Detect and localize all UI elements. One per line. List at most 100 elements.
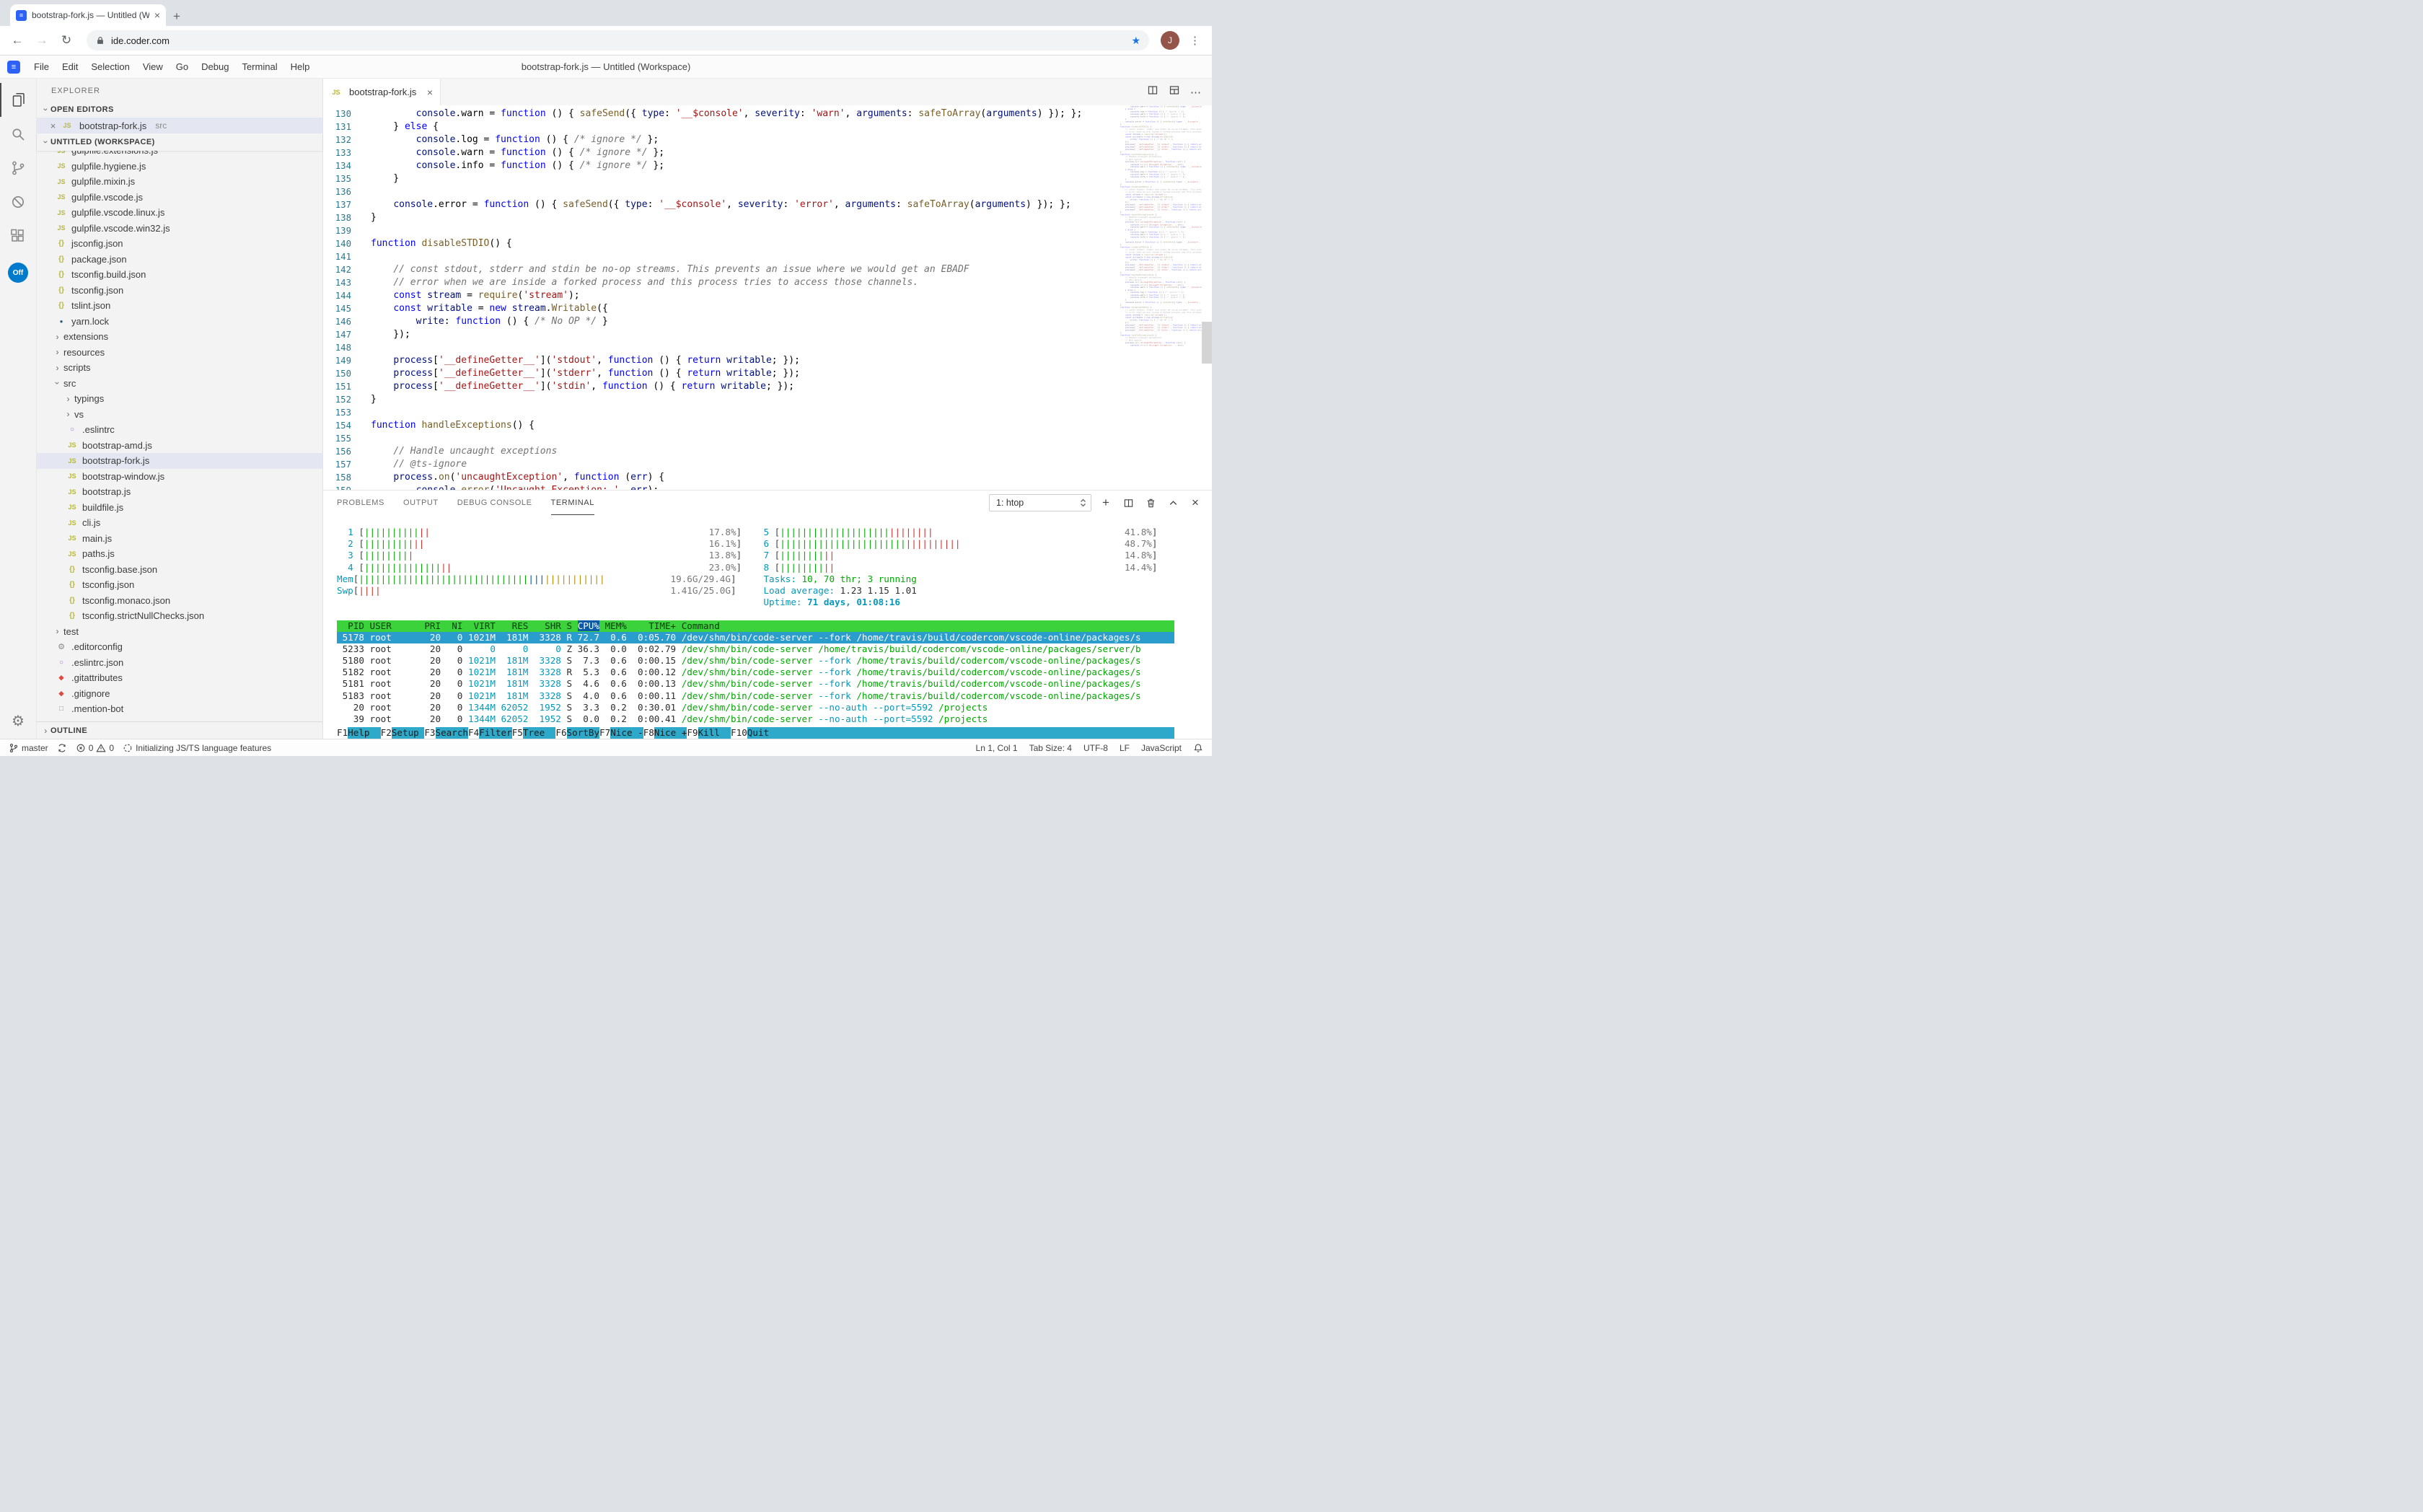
code-line[interactable]: 157 // @ts-ignore bbox=[323, 458, 1118, 471]
tree-item-typings[interactable]: ›typings bbox=[37, 391, 322, 407]
panel-tab-terminal[interactable]: TERMINAL bbox=[551, 491, 594, 515]
tree-item-.mention-bot[interactable]: □.mention-bot bbox=[37, 701, 322, 717]
extensions-icon[interactable] bbox=[0, 219, 37, 252]
code-line[interactable]: 136 bbox=[323, 185, 1118, 198]
browser-menu-icon[interactable]: ⋮ bbox=[1187, 34, 1203, 47]
tab-close-icon[interactable]: × bbox=[154, 9, 160, 21]
source-control-icon[interactable] bbox=[0, 151, 37, 185]
menu-help[interactable]: Help bbox=[284, 61, 317, 72]
status-eol[interactable]: LF bbox=[1120, 743, 1130, 753]
code-line[interactable]: 130 console.warn = function () { safeSen… bbox=[323, 107, 1118, 120]
code-line[interactable]: 141 bbox=[323, 250, 1118, 263]
status-cursor-position[interactable]: Ln 1, Col 1 bbox=[976, 743, 1018, 753]
split-editor-icon[interactable] bbox=[1147, 84, 1158, 100]
code-line[interactable]: 148 bbox=[323, 341, 1118, 354]
tree-item-bootstrap-window.js[interactable]: JSbootstrap-window.js bbox=[37, 469, 322, 485]
code-line[interactable]: 145 const writable = new stream.Writable… bbox=[323, 302, 1118, 315]
debug-icon[interactable] bbox=[0, 185, 37, 219]
outline-header[interactable]: › OUTLINE bbox=[37, 721, 322, 739]
back-button[interactable]: ← bbox=[9, 33, 26, 48]
tree-item-tsconfig.base.json[interactable]: {}tsconfig.base.json bbox=[37, 562, 322, 578]
reload-button[interactable]: ↻ bbox=[58, 33, 75, 48]
code-line[interactable]: 139 bbox=[323, 224, 1118, 237]
bell-icon[interactable] bbox=[1193, 743, 1203, 753]
tree-item-gulpfile.mixin.js[interactable]: JSgulpfile.mixin.js bbox=[37, 174, 322, 190]
terminal-picker[interactable]: 1: htop bbox=[989, 494, 1091, 511]
code-line[interactable]: 150 process['__defineGetter__']('stderr'… bbox=[323, 367, 1118, 380]
menu-debug[interactable]: Debug bbox=[195, 61, 235, 72]
status-tab-size[interactable]: Tab Size: 4 bbox=[1029, 743, 1072, 753]
code-line[interactable]: 135 } bbox=[323, 172, 1118, 185]
open-editors-header[interactable]: › OPEN EDITORS bbox=[37, 102, 322, 118]
tree-item-tsconfig.strictNullChecks.json[interactable]: {}tsconfig.strictNullChecks.json bbox=[37, 608, 322, 624]
maximize-panel-icon[interactable] bbox=[1165, 495, 1181, 511]
editor-tab[interactable]: JS bootstrap-fork.js × bbox=[323, 79, 441, 105]
split-terminal-icon[interactable] bbox=[1120, 495, 1136, 511]
code-line[interactable]: 137 console.error = function () { safeSe… bbox=[323, 198, 1118, 211]
close-editor-icon[interactable]: × bbox=[427, 87, 433, 98]
tree-item-resources[interactable]: ›resources bbox=[37, 345, 322, 361]
tree-item-main.js[interactable]: JSmain.js bbox=[37, 531, 322, 547]
browser-tab[interactable]: ≡ bootstrap-fork.js — Untitled (W × bbox=[10, 4, 166, 26]
code-line[interactable]: 152} bbox=[323, 393, 1118, 406]
panel-tab-problems[interactable]: PROBLEMS bbox=[337, 491, 384, 515]
tree-item-.eslintrc.json[interactable]: ○.eslintrc.json bbox=[37, 655, 322, 671]
tree-item-.eslintrc[interactable]: ○.eslintrc bbox=[37, 422, 322, 438]
code-line[interactable]: 131 } else { bbox=[323, 120, 1118, 133]
tree-item-gulpfile.vscode.win32.js[interactable]: JSgulpfile.vscode.win32.js bbox=[37, 221, 322, 237]
workspace-header[interactable]: › UNTITLED (WORKSPACE) bbox=[37, 133, 322, 151]
tree-item-vs[interactable]: ›vs bbox=[37, 407, 322, 423]
tree-item-gulpfile.extensions.js[interactable]: JSgulpfile.extensions.js bbox=[37, 151, 322, 159]
tree-item-extensions[interactable]: ›extensions bbox=[37, 329, 322, 345]
panel-tab-output[interactable]: OUTPUT bbox=[403, 491, 439, 515]
new-tab-button[interactable]: + bbox=[173, 10, 180, 22]
code-line[interactable]: 133 console.warn = function () { /* igno… bbox=[323, 146, 1118, 159]
tree-item-gulpfile.hygiene.js[interactable]: JSgulpfile.hygiene.js bbox=[37, 159, 322, 175]
close-panel-icon[interactable]: × bbox=[1187, 495, 1203, 511]
tree-item-tsconfig.build.json[interactable]: {}tsconfig.build.json bbox=[37, 267, 322, 283]
coder-logo[interactable]: ≡ bbox=[7, 61, 20, 74]
menu-terminal[interactable]: Terminal bbox=[235, 61, 283, 72]
panel-tab-debug-console[interactable]: DEBUG CONSOLE bbox=[457, 491, 532, 515]
code-line[interactable]: 151 process['__defineGetter__']('stdin',… bbox=[323, 380, 1118, 393]
code-line[interactable]: 134 console.info = function () { /* igno… bbox=[323, 159, 1118, 172]
explorer-icon[interactable] bbox=[0, 83, 37, 117]
tree-item-.gitignore[interactable]: ◆.gitignore bbox=[37, 686, 322, 702]
tree-item-buildfile.js[interactable]: JSbuildfile.js bbox=[37, 500, 322, 516]
search-icon[interactable] bbox=[0, 117, 37, 151]
code-line[interactable]: 146 write: function () { /* No OP */ } bbox=[323, 315, 1118, 328]
close-editor-icon[interactable]: × bbox=[48, 120, 58, 131]
tree-item-test[interactable]: ›test bbox=[37, 624, 322, 640]
avatar[interactable]: J bbox=[1161, 31, 1179, 50]
tree-item-tsconfig.monaco.json[interactable]: {}tsconfig.monaco.json bbox=[37, 593, 322, 609]
tree-item-bootstrap.js[interactable]: JSbootstrap.js bbox=[37, 484, 322, 500]
code-line[interactable]: 140function disableSTDIO() { bbox=[323, 237, 1118, 250]
tree-item-.editorconfig[interactable]: ⚙.editorconfig bbox=[37, 639, 322, 655]
more-actions-icon[interactable]: ⋯ bbox=[1190, 86, 1202, 99]
minimap[interactable]: console.warn = function () { safeSend({ … bbox=[1120, 105, 1202, 490]
code-editor[interactable]: 130 console.warn = function () { safeSen… bbox=[323, 105, 1212, 490]
code-line[interactable]: 159 console.error('Uncaught Exception: '… bbox=[323, 484, 1118, 490]
kill-terminal-icon[interactable] bbox=[1143, 495, 1158, 511]
problems-item[interactable]: 0 0 bbox=[76, 743, 114, 753]
status-language-mode[interactable]: JavaScript bbox=[1141, 743, 1182, 753]
git-branch-item[interactable]: master bbox=[9, 743, 48, 753]
menu-selection[interactable]: Selection bbox=[84, 61, 136, 72]
code-line[interactable]: 153 bbox=[323, 406, 1118, 419]
tree-item-yarn.lock[interactable]: ●yarn.lock bbox=[37, 314, 322, 330]
menu-view[interactable]: View bbox=[136, 61, 170, 72]
tree-item-bootstrap-fork.js[interactable]: JSbootstrap-fork.js bbox=[37, 453, 322, 469]
code-line[interactable]: 142 // const stdout, stderr and stdin be… bbox=[323, 263, 1118, 276]
tree-item-jsconfig.json[interactable]: {}jsconfig.json bbox=[37, 236, 322, 252]
tree-item-.gitattributes[interactable]: ◆.gitattributes bbox=[37, 670, 322, 686]
tree-item-tsconfig.json[interactable]: {}tsconfig.json bbox=[37, 577, 322, 593]
code-line[interactable]: 158 process.on('uncaughtException', func… bbox=[323, 471, 1118, 484]
editor-scrollbar-thumb[interactable] bbox=[1202, 322, 1212, 364]
settings-gear-icon[interactable]: ⚙ bbox=[12, 705, 25, 734]
file-tree[interactable]: JSgulpfile.extensions.jsJSgulpfile.hygie… bbox=[37, 151, 322, 721]
tree-item-src[interactable]: ›src bbox=[37, 376, 322, 392]
menu-edit[interactable]: Edit bbox=[56, 61, 84, 72]
open-editor-item[interactable]: ×JSbootstrap-fork.jssrc bbox=[37, 118, 322, 133]
tree-item-bootstrap-amd.js[interactable]: JSbootstrap-amd.js bbox=[37, 438, 322, 454]
menu-go[interactable]: Go bbox=[170, 61, 195, 72]
